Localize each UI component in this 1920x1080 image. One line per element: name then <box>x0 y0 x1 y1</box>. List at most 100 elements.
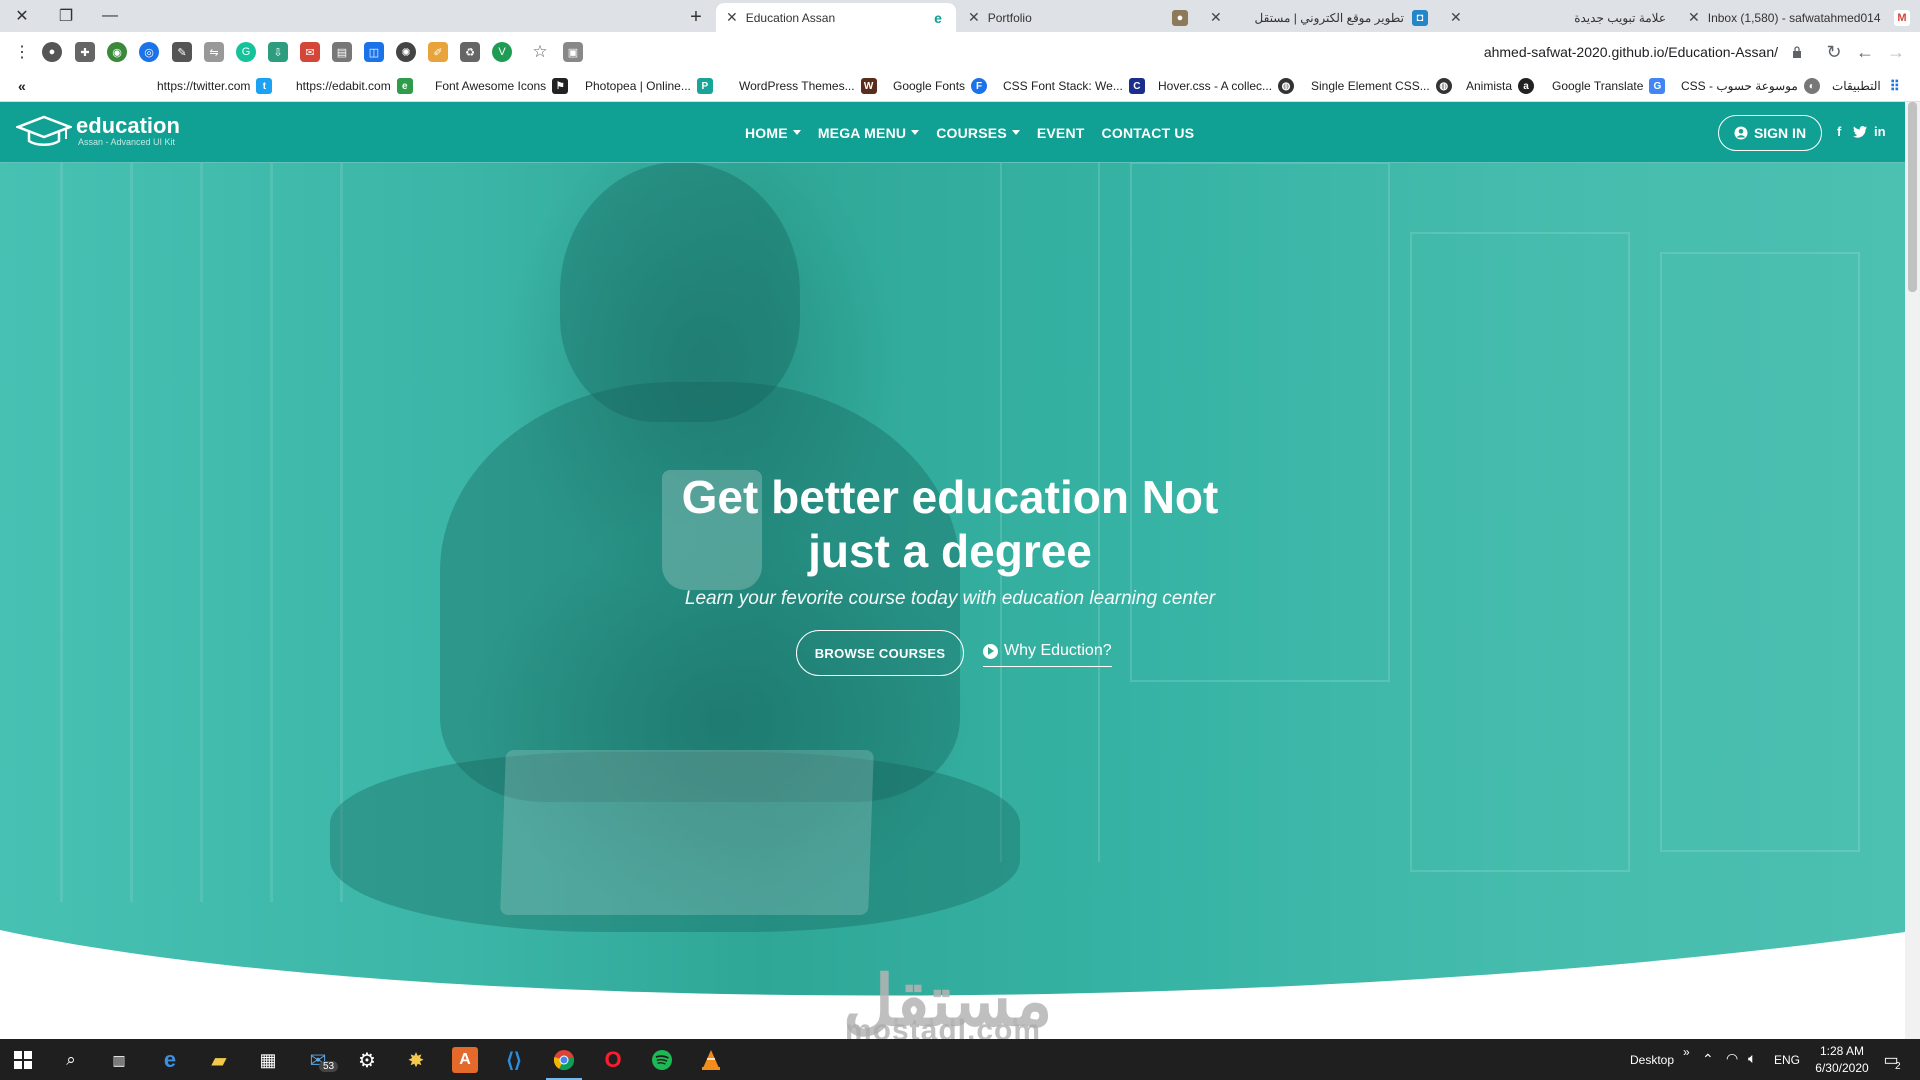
bookmark-hover-css[interactable]: Hover.css - A collec... ◍ <box>1158 78 1295 94</box>
mostaql-watermark: mostaql.com <box>845 1014 1042 1039</box>
clock-time[interactable]: 1:28 AM <box>1812 1044 1872 1058</box>
hero-title: Get better education Not just a degree <box>681 471 1219 577</box>
extension-toggle-icon[interactable]: ⇋ <box>204 42 224 62</box>
caret-down-icon <box>911 130 920 135</box>
extension-print-icon[interactable]: ▤ <box>332 42 352 62</box>
app-star-icon[interactable]: ✸ <box>403 1047 429 1073</box>
extension-recycle-icon[interactable]: ♻ <box>460 42 480 62</box>
photopea-icon: P <box>696 78 713 94</box>
extension-eyedropper-icon[interactable]: ✎ <box>172 42 192 62</box>
app-a-icon[interactable]: A <box>452 1047 478 1073</box>
bookmark-edabit[interactable]: https://edabit.com e <box>296 78 413 94</box>
nav-event[interactable]: EVENT <box>1037 125 1085 141</box>
volume-icon[interactable]: 🔈︎ <box>1748 1050 1756 1067</box>
wifi-icon[interactable]: ◠ <box>1726 1050 1738 1067</box>
bookmark-photopea[interactable]: Photopea | Online... P <box>585 78 713 94</box>
bg-stripe <box>340 102 343 902</box>
spotify-icon[interactable] <box>649 1047 675 1073</box>
bookmark-apps[interactable]: التطبيقات ⠿ <box>1832 78 1903 94</box>
minimize-window-icon[interactable]: — <box>88 0 132 32</box>
tab-close-icon[interactable]: ✕ <box>968 9 980 26</box>
bg-stripe <box>60 102 63 902</box>
extension-globe-icon[interactable]: ◉ <box>107 42 127 62</box>
extension-settings-icon[interactable]: ✺ <box>396 42 416 62</box>
grammarly-icon[interactable]: G <box>236 42 256 62</box>
file-explorer-icon[interactable]: ▰ <box>206 1047 232 1073</box>
windows-start-icon[interactable] <box>10 1047 36 1073</box>
bookmark-hsoub-css[interactable]: CSS - موسوعة حسوب ◐ <box>1681 78 1820 94</box>
nav-contact-us[interactable]: CONTACT US <box>1102 125 1195 141</box>
browser-tab-strip: ✕ ❐ — ✕ Inbox (1,580) - safwatahmed014 M… <box>0 0 1920 32</box>
tab-close-icon[interactable]: ✕ <box>1450 9 1462 26</box>
bookmark-google-translate[interactable]: Google Translate G <box>1552 78 1666 94</box>
play-circle-icon <box>983 643 998 659</box>
mail-badge: 53 <box>319 1061 339 1072</box>
scrollbar-thumb[interactable] <box>1908 102 1917 292</box>
bookmark-twitter[interactable]: https://twitter.com t <box>157 78 273 94</box>
forward-arrow-icon[interactable]: → <box>1884 40 1908 64</box>
nav-courses[interactable]: COURSES <box>936 125 1020 141</box>
page-viewport: education Assan - Advanced UI Kit HOME M… <box>0 102 1905 1039</box>
show-hidden-icons-chevron-icon[interactable]: ⌃ <box>1702 1051 1714 1068</box>
tab-education-assan[interactable]: ✕ Education Assan e <box>716 3 956 32</box>
extension-mail-icon[interactable]: ✉ <box>300 42 320 62</box>
opera-icon[interactable]: O <box>600 1047 626 1073</box>
why-education-link[interactable]: Why Eduction? <box>983 642 1112 667</box>
extension-circle-icon[interactable]: ◎ <box>139 42 159 62</box>
chrome-icon[interactable] <box>551 1047 577 1073</box>
profile-avatar-icon[interactable]: ● <box>42 42 62 62</box>
chrome-menu-icon[interactable]: ⋮ <box>10 40 34 64</box>
restore-window-icon[interactable]: ❐ <box>44 0 88 32</box>
vscode-icon[interactable]: ⟨⟩ <box>501 1047 527 1073</box>
task-view-icon[interactable]: ▥ <box>106 1047 132 1073</box>
close-window-icon[interactable]: ✕ <box>0 0 44 32</box>
bookmark-google-fonts[interactable]: Google Fonts F <box>893 78 988 94</box>
tab-close-icon[interactable]: ✕ <box>1210 9 1222 26</box>
toolbar-expand-icon[interactable]: » <box>1683 1045 1690 1059</box>
bg-door-panel <box>1410 232 1630 872</box>
facebook-icon[interactable]: f <box>1837 124 1841 139</box>
extension-vue-icon[interactable]: V <box>492 42 512 62</box>
bookmark-wordpress-themes[interactable]: WordPress Themes... W <box>739 78 877 94</box>
linkedin-icon[interactable]: in <box>1874 124 1886 139</box>
extension-inbox-icon[interactable]: ⇩ <box>268 42 288 62</box>
browse-courses-button[interactable]: BROWSE COURSES <box>796 630 964 676</box>
nav-home[interactable]: HOME <box>745 125 801 141</box>
edge-icon[interactable]: e <box>157 1047 183 1073</box>
bookmark-single-element-css[interactable]: Single Element CSS... ◍ <box>1311 78 1452 94</box>
tab-close-icon[interactable]: ✕ <box>726 9 738 26</box>
bookmark-css-font-stack[interactable]: CSS Font Stack: We... C <box>1003 78 1145 94</box>
bg-stripe <box>130 102 133 902</box>
cast-icon[interactable]: ▣ <box>563 42 583 62</box>
address-bar[interactable]: ahmed-safwat-2020.github.io/Education-As… <box>1410 38 1810 66</box>
nav-mega-menu[interactable]: MEGA MENU <box>818 125 920 141</box>
search-icon[interactable]: ⌕ <box>58 1047 84 1073</box>
twitter-icon: t <box>256 78 273 94</box>
bookmarks-overflow-icon[interactable]: « <box>18 78 26 94</box>
extension-camera-icon[interactable]: ◫ <box>364 42 384 62</box>
extension-paint-icon[interactable]: ✐ <box>428 42 448 62</box>
extensions-puzzle-icon[interactable]: ✚ <box>75 42 95 62</box>
tab-portfolio[interactable]: ✕ Portfolio ● <box>958 3 1198 32</box>
tab-inbox[interactable]: ✕ Inbox (1,580) - safwatahmed014 M <box>1678 3 1920 32</box>
bookmark-star-icon[interactable]: ☆ <box>530 42 550 62</box>
desktop-toolbar-label[interactable]: Desktop <box>1630 1053 1674 1067</box>
clock-date[interactable]: 6/30/2020 <box>1808 1061 1876 1075</box>
sign-in-button[interactable]: SIGN IN <box>1718 115 1822 151</box>
bookmark-font-awesome[interactable]: Font Awesome Icons ⚑ <box>435 78 569 94</box>
bg-stripe <box>270 102 273 902</box>
settings-gear-icon[interactable]: ⚙ <box>354 1047 380 1073</box>
bookmark-animista[interactable]: Animista a <box>1466 78 1535 94</box>
tab-mostaql[interactable]: ✕ تطوير موقع الكتروني | مستقل ◘ <box>1200 3 1438 32</box>
tab-close-icon[interactable]: ✕ <box>1688 9 1700 26</box>
tab-new-tab[interactable]: ✕ علامة تبويب جديدة <box>1440 3 1676 32</box>
twitter-icon[interactable] <box>1853 126 1867 138</box>
back-arrow-icon[interactable]: ← <box>1853 40 1877 64</box>
reload-icon[interactable]: ↻ <box>1822 40 1846 64</box>
page-scrollbar[interactable] <box>1905 102 1920 1039</box>
language-indicator[interactable]: ENG <box>1774 1053 1800 1067</box>
new-tab-plus-icon[interactable]: + <box>682 3 710 31</box>
brand-logo[interactable]: education Assan - Advanced UI Kit <box>16 114 180 148</box>
store-icon[interactable]: ▦ <box>255 1047 281 1073</box>
vlc-icon[interactable] <box>698 1047 724 1073</box>
